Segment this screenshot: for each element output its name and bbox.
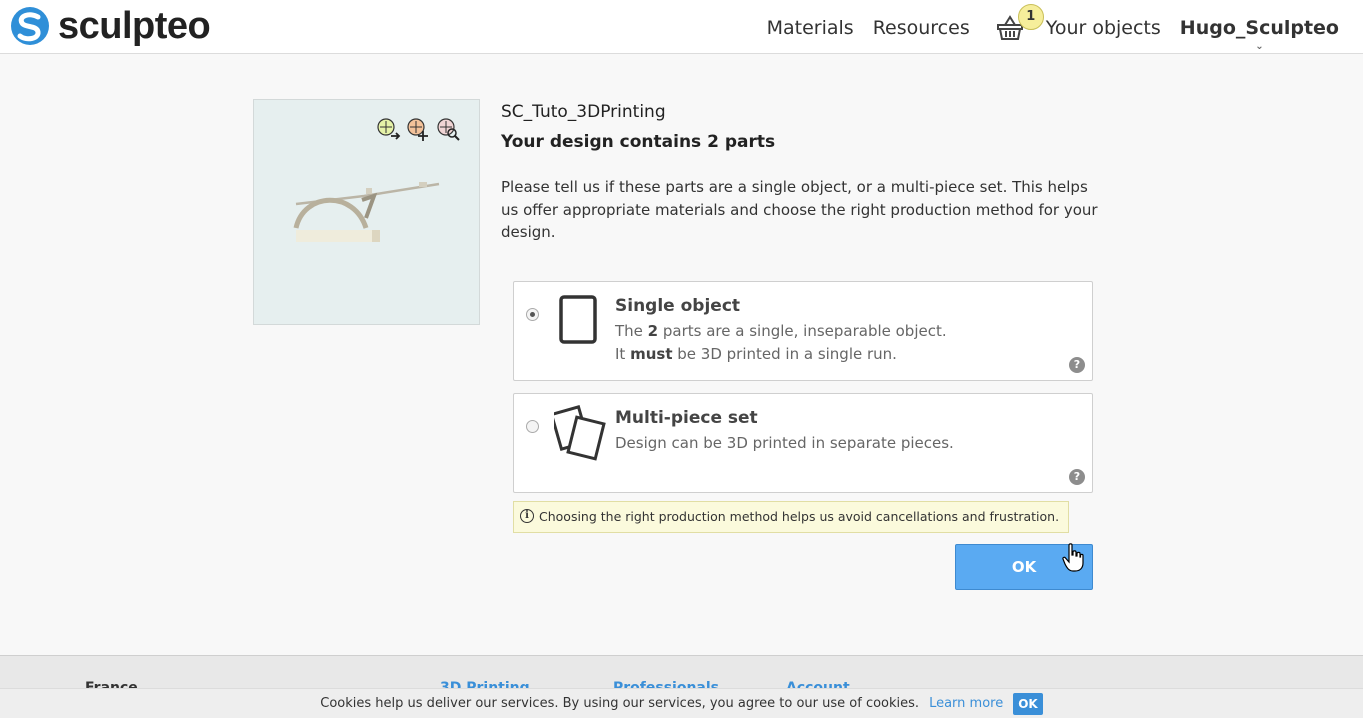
logo-text: sculpteo [58, 5, 211, 47]
main-nav: Materials Resources 1 Your objects Hugo_… [748, 4, 1339, 52]
cookie-text: Cookies help us deliver our services. By… [320, 696, 920, 711]
single-object-line1: The 2 parts are a single, inseparable ob… [615, 322, 947, 340]
nav-resources[interactable]: Resources [873, 17, 970, 39]
cookie-ok-button[interactable]: OK [1013, 692, 1043, 715]
cookie-bar: Cookies help us deliver our services. By… [0, 688, 1363, 718]
design-name: SC_Tuto_3DPrinting [501, 102, 666, 122]
single-object-title: Single object [615, 296, 741, 316]
multi-piece-line1: Design can be 3D printed in separate pie… [615, 434, 954, 452]
single-object-icon [559, 295, 597, 344]
nav-materials[interactable]: Materials [767, 17, 854, 39]
parts-heading: Your design contains 2 parts [501, 132, 776, 152]
help-icon[interactable]: ? [1069, 357, 1085, 373]
production-notice: i Choosing the right production method h… [513, 501, 1069, 533]
multi-piece-icon [554, 404, 606, 461]
cart-button[interactable]: 1 [996, 4, 1044, 42]
option-multi-piece-set[interactable]: Multi-piece set Design can be 3D printed… [513, 393, 1093, 493]
user-menu[interactable]: Hugo_Sculpteo ⌄ [1179, 17, 1339, 52]
notice-text: Choosing the right production method hel… [539, 509, 1060, 524]
model-render [293, 182, 440, 242]
option-single-object[interactable]: Single object The 2 parts are a single, … [513, 281, 1093, 381]
cookie-learn-more-link[interactable]: Learn more [929, 696, 1003, 711]
help-icon[interactable]: ? [1069, 469, 1085, 485]
sculpteo-logo-icon [11, 7, 49, 45]
chevron-down-icon: ⌄ [1255, 41, 1264, 52]
multi-piece-radio[interactable] [526, 420, 539, 433]
multi-piece-title: Multi-piece set [615, 408, 758, 428]
sculpteo-logo[interactable]: sculpteo [10, 5, 211, 47]
nav-your-objects[interactable]: Your objects [1046, 17, 1161, 39]
info-icon: i [520, 509, 534, 523]
hand-cursor-icon [1062, 543, 1084, 572]
user-name: Hugo_Sculpteo [1179, 17, 1339, 39]
site-header: sculpteo Materials Resources 1 Your obje… [0, 0, 1363, 54]
cart-count-badge: 1 [1017, 4, 1044, 30]
design-description: Please tell us if these parts are a sing… [501, 178, 1098, 241]
single-object-radio[interactable] [526, 308, 539, 321]
model-preview[interactable] [253, 99, 480, 325]
single-object-line2: It must be 3D printed in a single run. [615, 345, 897, 363]
